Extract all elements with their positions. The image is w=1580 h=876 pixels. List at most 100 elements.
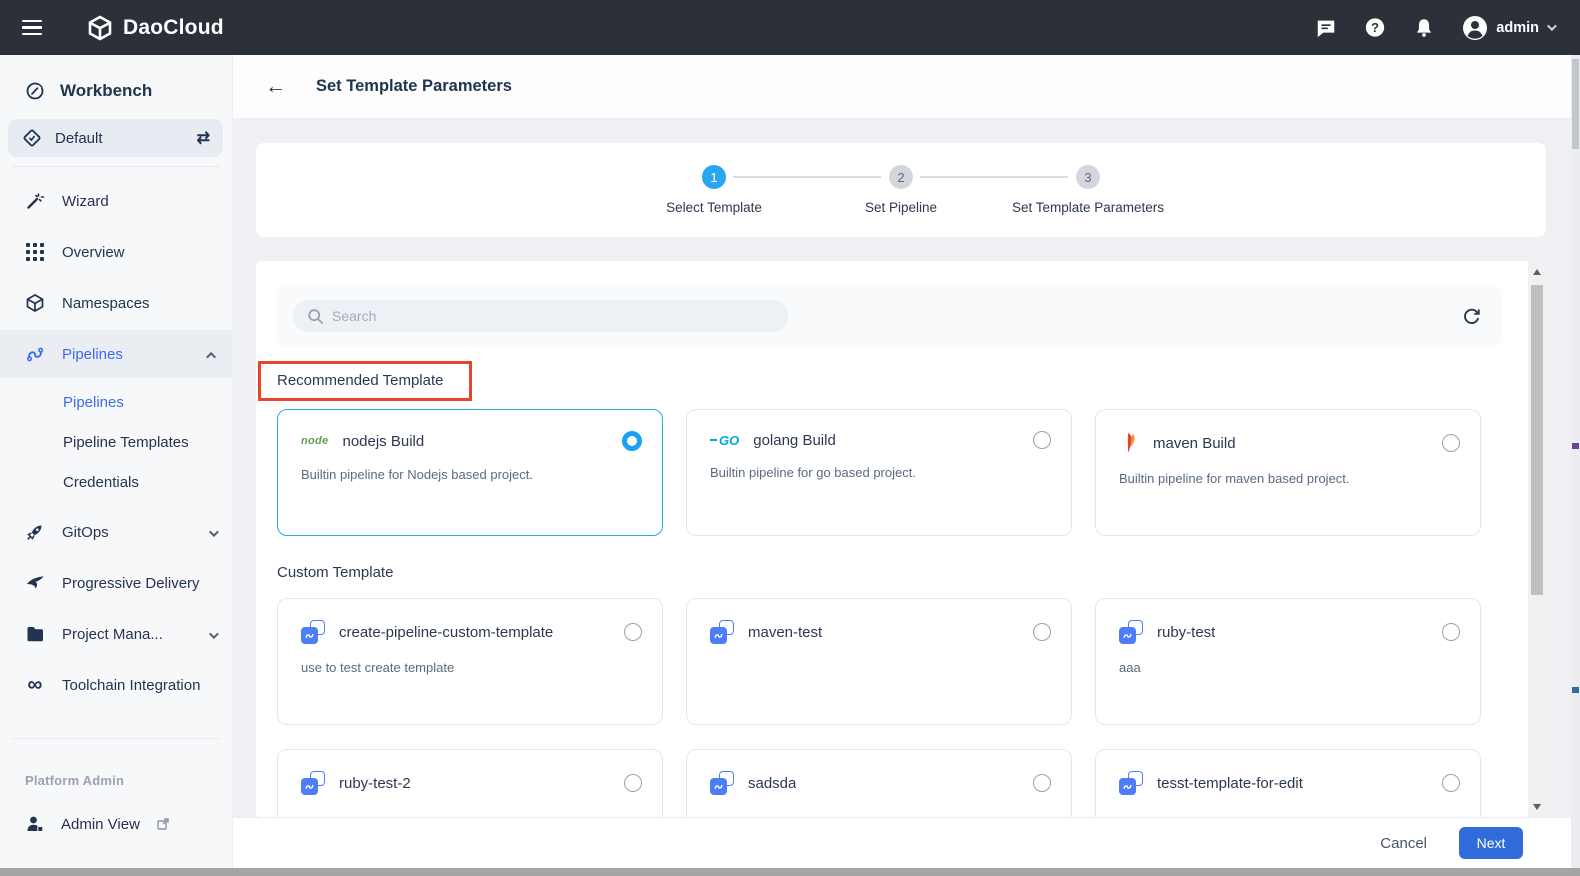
workspace-selector[interactable]: Default ⇄ — [8, 119, 223, 157]
radio-unselected[interactable] — [1033, 431, 1051, 449]
username: admin — [1496, 20, 1539, 36]
sidebar-item-toolchain-integration[interactable]: ∞ Toolchain Integration — [0, 668, 232, 702]
recommended-template-heading: Recommended Template — [277, 372, 443, 389]
help-icon[interactable]: ? — [1364, 17, 1386, 39]
admin-user-icon — [25, 814, 45, 834]
template-card-golang-build[interactable]: GO golang Build Builtin pipeline for go … — [686, 409, 1072, 536]
project-folder-icon — [25, 624, 45, 644]
pipelines-icon — [25, 344, 45, 364]
messages-icon[interactable] — [1315, 17, 1337, 39]
cancel-button[interactable]: Cancel — [1380, 835, 1427, 852]
template-card-create-pipeline-custom-template[interactable]: create-pipeline-custom-template use to t… — [277, 598, 663, 725]
recommended-template-highlight: Recommended Template — [258, 361, 472, 401]
user-menu[interactable]: admin — [1462, 15, 1554, 41]
radio-unselected[interactable] — [1442, 623, 1460, 641]
nodejs-logo-icon: node — [301, 435, 328, 447]
sidebar-item-admin-view[interactable]: Admin View — [25, 814, 232, 834]
gitops-rocket-icon — [25, 522, 45, 542]
custom-template-icon — [710, 771, 734, 795]
back-arrow-icon[interactable]: ← — [265, 76, 286, 97]
template-card-nodejs-build[interactable]: node nodejs Build Builtin pipeline for N… — [277, 409, 663, 536]
chevron-down-icon — [1547, 21, 1557, 31]
custom-templates-grid: create-pipeline-custom-template use to t… — [277, 598, 1481, 818]
svg-text:?: ? — [1371, 20, 1379, 35]
scroll-down-arrow[interactable] — [1533, 804, 1541, 810]
step-3-label: Set Template Parameters — [1012, 200, 1164, 215]
toolchain-infinity-icon: ∞ — [25, 675, 45, 695]
browser-scrollbar[interactable] — [1571, 55, 1580, 868]
custom-template-icon — [710, 620, 734, 644]
chevron-down-icon — [209, 524, 216, 541]
progressive-delivery-bird-icon — [25, 573, 45, 593]
sidebar-subitem-pipeline-templates[interactable]: Pipeline Templates — [0, 426, 232, 458]
hamburger-menu-icon[interactable] — [22, 20, 42, 35]
sidebar: Workbench Default ⇄ Wizard Overview Name… — [0, 55, 233, 868]
sidebar-item-project-management[interactable]: Project Mana... — [0, 617, 232, 651]
sidebar-item-progressive-delivery[interactable]: Progressive Delivery — [0, 566, 232, 600]
radio-unselected[interactable] — [624, 774, 642, 792]
workbench-icon — [25, 81, 45, 101]
sidebar-subitem-pipelines[interactable]: Pipelines — [0, 386, 232, 418]
brand-logo: DaoCloud — [86, 14, 224, 42]
search-input[interactable] — [332, 308, 752, 324]
radio-unselected[interactable] — [624, 623, 642, 641]
workbench-title: Workbench — [60, 81, 152, 101]
switch-workspace-icon[interactable]: ⇄ — [197, 128, 210, 148]
next-button[interactable]: Next — [1459, 827, 1523, 859]
scroll-thumb[interactable] — [1531, 285, 1543, 595]
step-1-circle: 1 — [702, 165, 726, 189]
refresh-icon[interactable] — [1459, 304, 1483, 328]
template-card-ruby-test-2[interactable]: ruby-test-2 — [277, 749, 663, 818]
sidebar-item-namespaces[interactable]: Namespaces — [0, 286, 232, 320]
radio-unselected[interactable] — [1033, 623, 1051, 641]
golang-logo-icon: GO — [710, 433, 739, 448]
recommended-templates-grid: node nodejs Build Builtin pipeline for N… — [277, 409, 1481, 536]
stepper-card: 1 2 3 Select Template Set Pipeline Set T… — [256, 143, 1546, 237]
window-bottom-edge — [0, 868, 1580, 876]
template-picker-panel: Recommended Template node nodejs Build B… — [256, 261, 1546, 818]
sidebar-item-gitops[interactable]: GitOps — [0, 515, 232, 549]
custom-template-icon — [1119, 771, 1143, 795]
scroll-marker — [1572, 443, 1579, 449]
divider — [12, 738, 220, 739]
maven-feather-icon — [1119, 431, 1139, 455]
browser-scroll-thumb[interactable] — [1572, 59, 1579, 149]
sidebar-item-overview[interactable]: Overview — [0, 235, 232, 269]
step-2-label: Set Pipeline — [865, 200, 937, 215]
sidebar-subitem-credentials[interactable]: Credentials — [0, 466, 232, 498]
search-box[interactable] — [293, 300, 788, 332]
scroll-up-arrow[interactable] — [1533, 269, 1541, 275]
notifications-bell-icon[interactable] — [1413, 17, 1435, 39]
template-card-maven-test[interactable]: maven-test — [686, 598, 1072, 725]
chevron-down-icon — [209, 626, 216, 643]
panel-scrollbar[interactable] — [1528, 261, 1546, 818]
step-connector — [733, 176, 881, 178]
radio-unselected[interactable] — [1442, 434, 1460, 452]
page-title: Set Template Parameters — [316, 77, 512, 96]
step-2-circle: 2 — [889, 165, 913, 189]
namespaces-cube-icon — [25, 293, 45, 313]
radio-unselected[interactable] — [1033, 774, 1051, 792]
template-card-tesst-template-for-edit[interactable]: tesst-template-for-edit — [1095, 749, 1481, 818]
sidebar-item-pipelines[interactable]: Pipelines — [0, 330, 232, 378]
template-card-maven-build[interactable]: maven Build Builtin pipeline for maven b… — [1095, 409, 1481, 536]
step-3-circle: 3 — [1076, 165, 1100, 189]
external-link-icon — [156, 817, 170, 831]
search-icon — [307, 308, 324, 325]
template-card-ruby-test[interactable]: ruby-test aaa — [1095, 598, 1481, 725]
custom-template-heading: Custom Template — [277, 564, 1528, 581]
custom-template-icon — [301, 771, 325, 795]
sidebar-item-wizard[interactable]: Wizard — [0, 184, 232, 218]
custom-template-icon — [301, 620, 325, 644]
radio-unselected[interactable] — [1442, 774, 1460, 792]
page-header: ← Set Template Parameters — [233, 55, 1580, 118]
search-strip — [276, 285, 1501, 347]
divider — [12, 166, 220, 167]
radio-selected[interactable] — [622, 431, 642, 451]
custom-template-icon — [1119, 620, 1143, 644]
scroll-marker — [1572, 687, 1579, 693]
sidebar-workbench-header: Workbench — [0, 55, 232, 101]
platform-admin-label: Platform Admin — [25, 773, 232, 788]
avatar — [1462, 15, 1488, 41]
template-card-sadsda[interactable]: sadsda — [686, 749, 1072, 818]
